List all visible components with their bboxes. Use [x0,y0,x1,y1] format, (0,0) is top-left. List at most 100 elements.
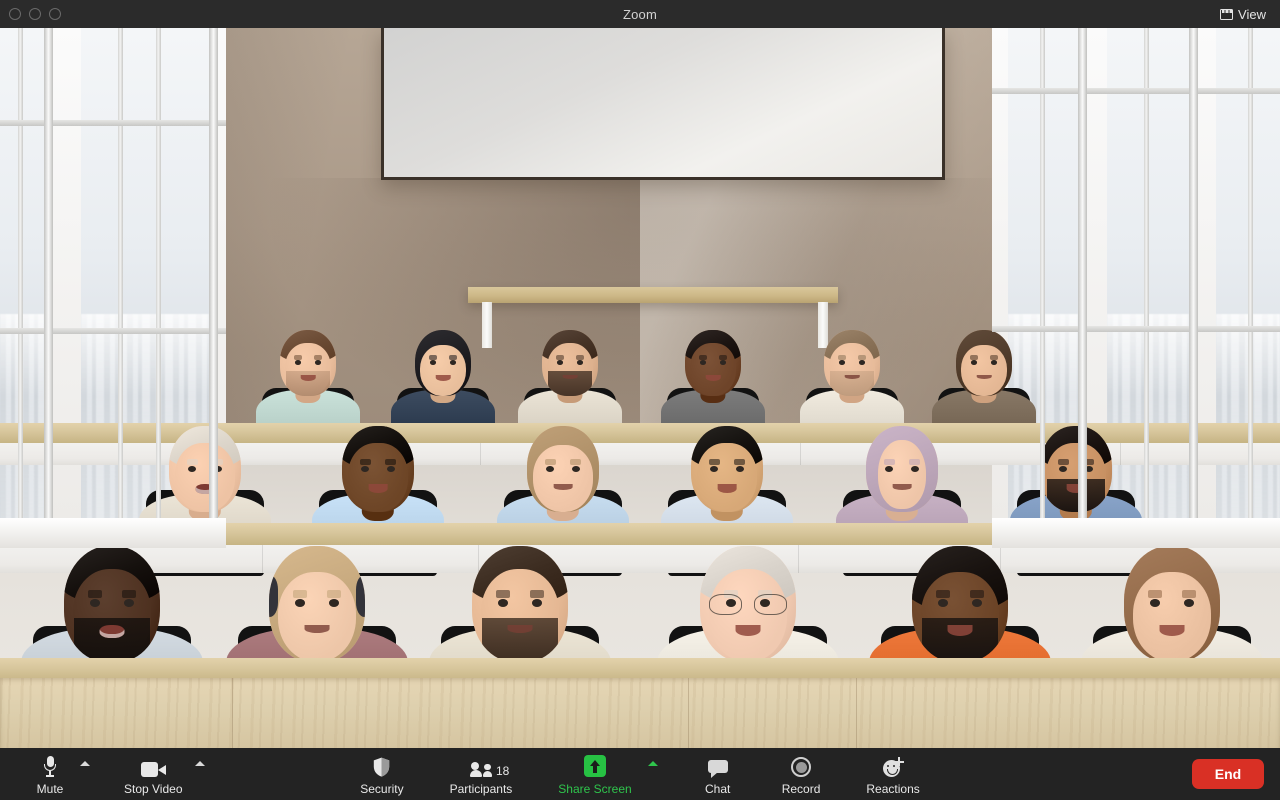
mouth [553,484,573,491]
foreground-desk-surface [0,678,1280,748]
participant-face [472,546,568,662]
participant-tile[interactable] [1081,28,1263,736]
eye [1059,465,1068,472]
mouth [947,624,973,637]
minimize-button[interactable] [29,8,41,20]
share-screen-label: Share Screen [558,782,632,796]
participants-label: Participants [449,782,513,796]
participant-tile[interactable] [226,28,408,736]
eye [449,360,456,365]
window-title: Zoom [622,6,658,22]
share-screen-icon [583,755,606,777]
face-oval [690,343,736,396]
participant-face [342,426,414,512]
face-oval [708,569,788,662]
smiley-plus-icon [882,755,904,777]
eye [735,465,744,472]
shield-icon [373,755,390,777]
eyebrow [545,458,556,465]
share-options-button[interactable] [642,752,664,774]
mouth [562,374,578,380]
face-oval [348,443,408,512]
eye [361,465,370,472]
right-window-wall [992,28,1280,548]
mouth [99,624,125,638]
eyebrow [970,355,979,360]
face-oval [878,439,926,509]
eyebrow [718,355,727,360]
eye [188,465,197,472]
whiteboard-screen [381,28,945,180]
eyebrow [909,458,920,465]
eyebrow [1058,458,1069,465]
mouth [735,624,761,637]
mouth [300,374,316,382]
eyebrow [187,458,198,465]
participant-tile[interactable] [429,28,611,736]
security-button[interactable]: Security [350,752,413,796]
eyebrow [570,458,581,465]
view-button-label: View [1238,6,1266,22]
eye [386,465,395,472]
eyebrow [857,355,866,360]
mouth [976,374,992,380]
share-screen-button[interactable]: Share Screen [548,752,641,796]
mouth [892,484,912,491]
participant-face [912,546,1008,662]
eyebrow [88,590,103,599]
view-button[interactable]: View [1214,4,1272,24]
participants-button[interactable]: 18 Participants [440,752,523,796]
participant-face [700,546,796,662]
share-screen-group: Share Screen [548,752,663,796]
eyebrow [448,355,457,360]
people-icon: 18 [469,755,509,778]
chat-label: Chat [705,782,731,796]
eye [546,465,555,472]
participant-face [542,330,598,396]
mouth [705,374,721,382]
eye [571,465,580,472]
toolbar-right-group: End [1192,759,1264,789]
eye [314,360,321,365]
participant-face [685,330,741,396]
eyebrow [121,590,136,599]
mouth [368,484,388,494]
record-circle-icon [791,755,812,777]
chat-button[interactable]: Chat [690,752,746,796]
meeting-toolbar: Mute Stop Video Security 18 Participants… [0,748,1280,800]
mouth [435,374,451,382]
participant-face [527,426,599,512]
eyebrow [936,590,951,599]
participant-tile[interactable] [869,28,1051,736]
eyebrow [989,355,998,360]
eyebrow [575,355,584,360]
mouth [717,484,737,494]
reactions-label: Reactions [866,782,920,796]
eyebrow [838,355,847,360]
end-meeting-button[interactable]: End [1192,759,1264,789]
record-label: Record [781,782,821,796]
participant-face [824,330,880,396]
participant-face [169,426,241,512]
close-button[interactable] [9,8,21,20]
maximize-button[interactable] [49,8,61,20]
record-button[interactable]: Record [772,752,831,796]
window-traffic-lights [0,8,61,20]
participant-tile[interactable] [657,28,839,736]
eyebrow [529,590,544,599]
participant-count-badge: 18 [495,764,510,778]
eye [885,465,894,472]
eye [576,360,583,365]
eyebrow [360,458,371,465]
participant-face [415,330,471,396]
chat-bubble-icon [707,755,728,778]
eyebrow [884,458,895,465]
meeting-video-stage[interactable] [0,28,1280,748]
eyebrow [313,355,322,360]
eye [990,360,997,365]
eyebrow [734,458,745,465]
eye [858,360,865,365]
face-oval [697,443,757,512]
reactions-button[interactable]: Reactions [856,752,929,796]
eyebrow [709,458,720,465]
